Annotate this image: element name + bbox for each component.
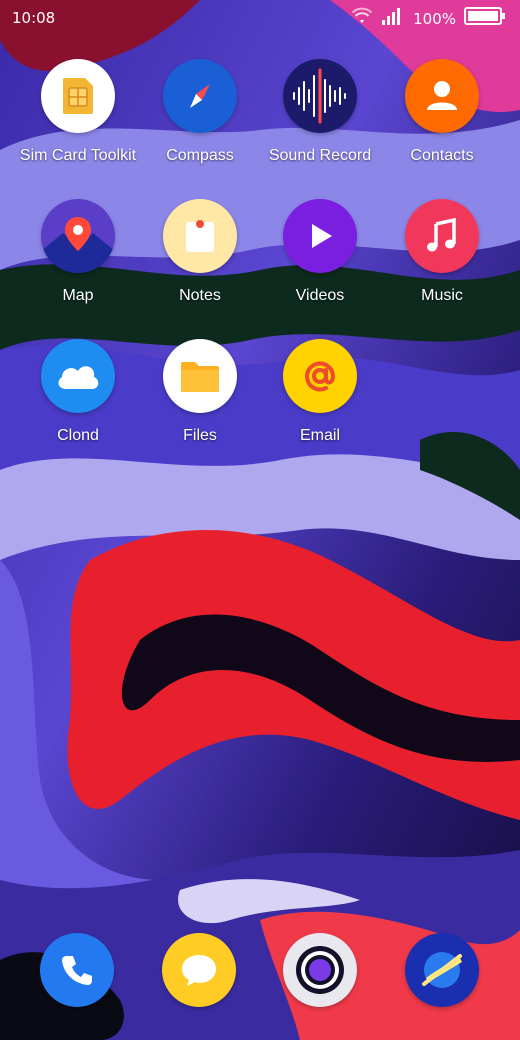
signal-icon — [381, 6, 405, 31]
note-icon — [163, 199, 237, 273]
app-label: Sim Card Toolkit — [19, 147, 137, 164]
app-clond[interactable]: Clond — [18, 339, 138, 459]
sim-card-icon — [41, 59, 115, 133]
map-pin-icon — [41, 199, 115, 273]
planet-icon — [405, 933, 479, 1007]
sound-wave-icon — [283, 59, 357, 133]
folder-icon — [163, 339, 237, 413]
app-notes[interactable]: Notes — [140, 199, 260, 319]
dock-messages[interactable] — [162, 933, 236, 1007]
app-label: Map — [62, 287, 94, 304]
phone-icon — [40, 933, 114, 1007]
app-map[interactable]: Map — [18, 199, 138, 319]
app-sound-record[interactable]: Sound Record — [260, 59, 380, 179]
app-label: Compass — [166, 147, 234, 164]
app-music[interactable]: Music — [382, 199, 502, 319]
chat-bubble-icon — [162, 933, 236, 1007]
status-time: 10:08 — [12, 9, 56, 27]
app-contacts[interactable]: Contacts — [382, 59, 502, 179]
dock-camera[interactable] — [283, 933, 357, 1007]
camera-lens-icon — [283, 933, 357, 1007]
at-icon — [283, 339, 357, 413]
compass-icon — [163, 59, 237, 133]
dock-phone[interactable] — [40, 933, 114, 1007]
dock-browser[interactable] — [405, 933, 479, 1007]
music-note-icon — [405, 199, 479, 273]
app-videos[interactable]: Videos — [260, 199, 380, 319]
status-icons: 100% — [351, 6, 506, 31]
person-icon — [405, 59, 479, 133]
app-label: Music — [421, 287, 463, 304]
app-label: Sound Record — [268, 147, 372, 164]
app-sim-card-toolkit[interactable]: Sim Card Toolkit — [18, 59, 138, 179]
app-label: Contacts — [410, 147, 474, 164]
app-label: Notes — [179, 287, 221, 304]
app-compass[interactable]: Compass — [140, 59, 260, 179]
battery-icon — [464, 7, 506, 30]
app-files[interactable]: Files — [140, 339, 260, 459]
status-bar: 10:08 100% — [0, 0, 520, 36]
app-email[interactable]: Email — [260, 339, 380, 459]
battery-percentage: 100% — [413, 9, 456, 28]
wifi-icon — [351, 7, 373, 30]
app-label: Files — [183, 427, 217, 444]
app-label: Videos — [295, 287, 345, 304]
app-label: Clond — [57, 427, 99, 444]
app-label: Email — [299, 427, 340, 444]
play-icon — [283, 199, 357, 273]
cloud-icon — [41, 339, 115, 413]
